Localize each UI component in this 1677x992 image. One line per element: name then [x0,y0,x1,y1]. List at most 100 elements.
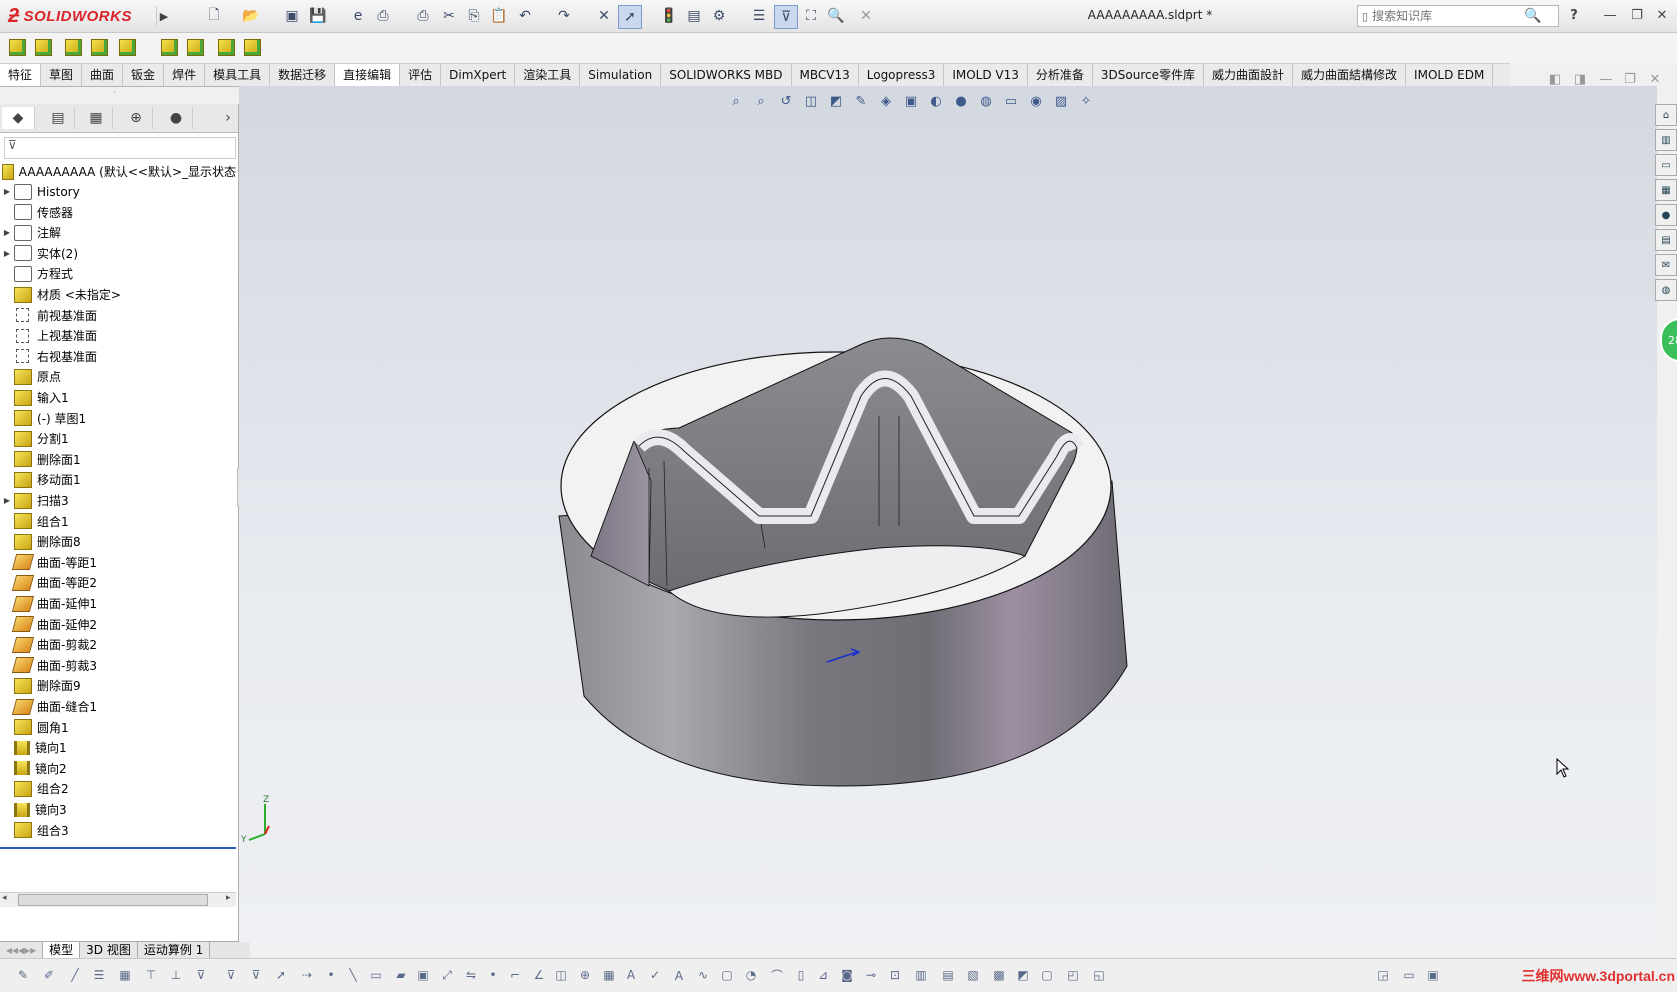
angle-icon[interactable]: ∠ [528,964,550,986]
ambient-occlusion-icon[interactable]: ✧ [1075,90,1097,112]
view-settings-icon[interactable]: ▭ [1000,90,1022,112]
tree-item[interactable]: ▶ 扫描3 [0,490,236,511]
spline-icon[interactable]: ∿ [692,964,714,986]
ref-axis-icon[interactable]: ⤢ [436,964,458,986]
ie-browser-icon[interactable]: e [347,5,369,27]
split-body-icon[interactable] [241,36,263,58]
3dcontentcentral-icon[interactable]: ◍ [1655,279,1677,301]
expand-arrow-icon[interactable]: ▶ [0,496,14,505]
save-icon[interactable]: 💾 [307,5,329,27]
dynamic-annotation-icon[interactable]: ◩ [825,90,847,112]
rebuild-feature-icon[interactable] [32,36,54,58]
scrollbar-thumb[interactable] [18,894,208,906]
tab-dimxpert[interactable]: DimXpert [441,64,516,86]
rectangle-icon[interactable]: ▭ [365,964,387,986]
restore-window-icon[interactable]: ❐ [1627,6,1647,24]
mirror-entities-icon[interactable]: ⇋ [460,964,482,986]
note-icon[interactable]: A [620,964,642,986]
datum-icon[interactable]: ⊥ [165,964,187,986]
graphics-area[interactable]: Z Y [239,86,1657,942]
tree-item[interactable]: 曲面-缝合1 [0,696,236,717]
tree-item[interactable]: 上视基准面 [0,325,236,346]
filter-edge-icon[interactable]: ⊽ [220,964,242,986]
panel-splitter-dot-icon[interactable]: ◦ [112,88,117,97]
custom-properties-icon[interactable]: ▤ [1655,229,1677,251]
rebuild-traffic-light-icon[interactable]: 🚦 [658,5,680,27]
curve-icon[interactable]: ⌒ [766,964,788,986]
dimxpert-manager-tab-icon[interactable]: ⊕ [120,107,153,129]
tree-root-part[interactable]: AAAAAAAAA (默认<<默认>_显示状态 [0,161,236,182]
top-view-icon[interactable]: ◰ [1062,964,1084,986]
tab-power-surfacing[interactable]: 威力曲面設計 [1204,64,1294,86]
tree-item[interactable]: 传感器 [0,202,236,223]
tree-item[interactable]: 曲面-剪裁3 [0,655,236,676]
tab-3dsource[interactable]: 3DSource零件库 [1093,64,1205,86]
tree-item[interactable]: 分割1 [0,428,236,449]
search-icon[interactable]: 🔍 [1524,8,1541,24]
list-icon[interactable]: ☰ [748,5,770,27]
tree-item[interactable]: 曲面-延伸2 [0,614,236,635]
search-input[interactable] [1368,8,1525,24]
solidworks-logo[interactable]: ƻ SOLIDWORKS [8,4,132,28]
tab-render-tools[interactable]: 渲染工具 [515,64,581,86]
zoom-to-area-icon[interactable]: ⌕ [750,90,772,112]
select-pointer-icon[interactable]: ➚ [618,5,642,29]
tab-sheet-metal[interactable]: 钣金 [123,64,165,86]
part-green-icon[interactable]: ▭ [1398,964,1420,986]
display-manager-tab-icon[interactable]: ● [160,107,193,129]
dimension-icon[interactable]: ◫ [550,964,572,986]
tree-item[interactable]: 前视基准面 [0,305,236,326]
box-view-icon[interactable]: ▧ [962,964,984,986]
weld-icon[interactable]: ⊤ [140,964,162,986]
section-view-icon[interactable]: ◫ [800,90,822,112]
tab-mbcv13[interactable]: MBCV13 [792,64,859,86]
tab-features[interactable]: 特征 [0,64,42,86]
paste-icon[interactable]: 📋 [488,5,510,27]
tree-item[interactable]: 镜向3 [0,799,236,820]
previous-view-icon[interactable]: ↺ [775,90,797,112]
graph-icon[interactable]: ▯ [790,964,812,986]
point-icon[interactable]: • [320,964,342,986]
forum-icon[interactable]: ✉ [1655,254,1677,276]
construction-icon[interactable]: ✐ [38,964,60,986]
redo-icon[interactable]: ↷ [553,5,575,27]
tree-item[interactable]: 曲面-剪裁2 [0,634,236,655]
tab-3d-views[interactable]: 3D 视图 [80,942,138,958]
zoom-to-fit-icon[interactable]: ⌕ [725,90,747,112]
cube-view-icon[interactable]: ▩ [988,964,1010,986]
undo-icon[interactable]: ↶ [514,5,536,27]
tab-analysis-prep[interactable]: 分析准备 [1028,64,1093,86]
notification-badge[interactable]: 28 [1660,318,1677,362]
close-window-icon[interactable]: ✕ [1652,6,1672,24]
menu-expand-arrow-icon[interactable]: ▶ [156,6,171,26]
check-icon[interactable]: ✓ [644,964,666,986]
scroll-left-arrow-icon[interactable]: ◂ [2,893,7,903]
tab-simulation[interactable]: Simulation [580,64,662,86]
move-copy-body-icon[interactable] [158,36,180,58]
camera-icon[interactable]: ◙ [836,964,858,986]
select-other-icon[interactable]: ⇢ [296,964,318,986]
tree-item[interactable]: 删除面1 [0,449,236,470]
apply-scene-icon[interactable]: ◍ [975,90,997,112]
attach-icon[interactable]: ⊡ [884,964,906,986]
tree-filter-box[interactable]: ⊽ [4,137,236,159]
box-icon[interactable]: ▣ [412,964,434,986]
instant3d-icon[interactable] [6,36,28,58]
tab-weldments[interactable]: 焊件 [164,64,206,86]
extrude-boss-icon[interactable] [62,36,84,58]
print-icon[interactable]: ⎙ [372,5,394,27]
revolve-boss-icon[interactable] [88,36,110,58]
scroll-right-arrow-icon[interactable]: ▸ [226,893,231,903]
sketch-fillet-icon[interactable]: ✎ [12,964,34,986]
text-icon[interactable]: Ａ [668,964,690,986]
filter-vertex-icon[interactable]: ⊽ [245,964,267,986]
close-document-icon[interactable]: ▣ [281,5,303,27]
delete-icon[interactable]: ✕ [593,5,615,27]
plane-view-icon[interactable]: ▥ [910,964,932,986]
new-document-icon[interactable]: 🗋 [203,5,225,27]
screen-icon[interactable]: ◲ [1372,964,1394,986]
tree-item[interactable]: 组合2 [0,778,236,799]
configuration-manager-tab-icon[interactable]: ▦ [80,107,113,129]
tree-item[interactable]: 曲面-等距1 [0,552,236,573]
tab-direct-editing[interactable]: 直接编辑 [335,64,401,87]
